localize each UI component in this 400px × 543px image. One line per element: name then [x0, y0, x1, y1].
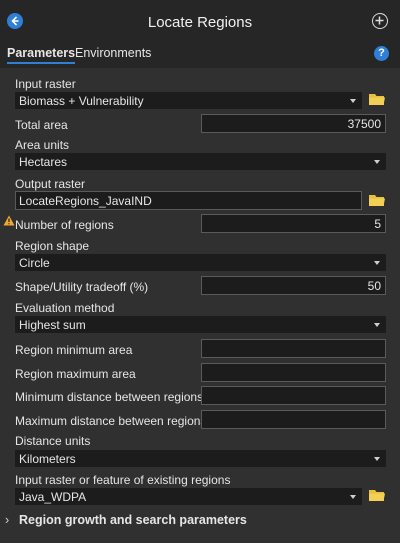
add-button[interactable]	[372, 13, 388, 29]
area-units-value: Hectares	[19, 155, 68, 169]
existing-regions-dropdown[interactable]: Java_WDPA	[15, 488, 362, 505]
min-distance-input[interactable]	[201, 386, 386, 405]
area-units-dropdown[interactable]: Hectares	[15, 153, 386, 170]
distance-units-dropdown[interactable]: Kilometers	[15, 450, 386, 467]
number-of-regions-input[interactable]: 5	[201, 214, 386, 233]
parameters-panel: Input raster Biomass + Vulnerability Tot…	[0, 68, 400, 543]
output-raster-value: LocateRegions_JavaIND	[19, 194, 152, 208]
number-of-regions-label: Number of regions	[15, 218, 114, 232]
region-shape-dropdown[interactable]: Circle	[15, 254, 386, 271]
evaluation-method-dropdown[interactable]: Highest sum	[15, 316, 386, 333]
region-min-area-input[interactable]	[201, 339, 386, 358]
region-max-area-input[interactable]	[201, 363, 386, 382]
distance-units-label: Distance units	[15, 434, 91, 448]
shape-tradeoff-value: 50	[367, 279, 381, 293]
shape-tradeoff-label: Shape/Utility tradeoff (%)	[15, 280, 149, 294]
help-icon[interactable]: ?	[374, 46, 389, 61]
chevron-down-icon	[374, 160, 380, 164]
existing-regions-value: Java_WDPA	[19, 490, 87, 504]
evaluation-method-value: Highest sum	[19, 318, 86, 332]
existing-regions-label: Input raster or feature of existing regi…	[15, 473, 231, 487]
region-growth-section-toggle[interactable]: › Region growth and search parameters	[5, 513, 247, 527]
folder-icon[interactable]	[368, 488, 386, 502]
region-shape-label: Region shape	[15, 239, 90, 253]
warning-icon	[3, 215, 15, 226]
max-distance-label: Maximum distance between regions	[15, 414, 207, 428]
tab-bar: Parameters Environments	[0, 44, 400, 66]
region-max-area-label: Region maximum area	[15, 367, 136, 381]
chevron-right-icon: ›	[5, 513, 10, 527]
total-area-value: 37500	[347, 117, 381, 131]
chevron-down-icon	[374, 261, 380, 265]
min-distance-label: Minimum distance between regions	[15, 390, 204, 404]
tool-title: Locate Regions	[147, 14, 253, 31]
output-raster-input[interactable]: LocateRegions_JavaIND	[15, 191, 362, 210]
tab-environments[interactable]: Environments	[75, 46, 151, 60]
input-raster-label: Input raster	[15, 77, 76, 91]
input-raster-value: Biomass + Vulnerability	[19, 94, 144, 108]
add-circle-icon	[375, 16, 384, 25]
total-area-input[interactable]: 37500	[201, 114, 386, 133]
chevron-down-icon	[350, 495, 356, 499]
folder-icon[interactable]	[368, 92, 386, 106]
area-units-label: Area units	[15, 138, 70, 152]
max-distance-input[interactable]	[201, 410, 386, 429]
distance-units-value: Kilometers	[19, 452, 76, 466]
total-area-label: Total area	[15, 118, 68, 132]
input-raster-dropdown[interactable]: Biomass + Vulnerability	[15, 92, 362, 109]
region-growth-section-title: Region growth and search parameters	[19, 513, 247, 527]
region-shape-value: Circle	[19, 256, 50, 270]
tab-parameters[interactable]: Parameters	[7, 46, 76, 64]
shape-tradeoff-input[interactable]: 50	[201, 276, 386, 295]
number-of-regions-value: 5	[374, 217, 381, 231]
output-raster-label: Output raster	[15, 177, 86, 191]
chevron-down-icon	[374, 457, 380, 461]
evaluation-method-label: Evaluation method	[15, 301, 115, 315]
tool-header: Locate Regions	[0, 0, 400, 42]
region-min-area-label: Region minimum area	[15, 343, 133, 357]
folder-icon[interactable]	[368, 193, 386, 207]
chevron-down-icon	[374, 323, 380, 327]
chevron-down-icon	[350, 99, 356, 103]
